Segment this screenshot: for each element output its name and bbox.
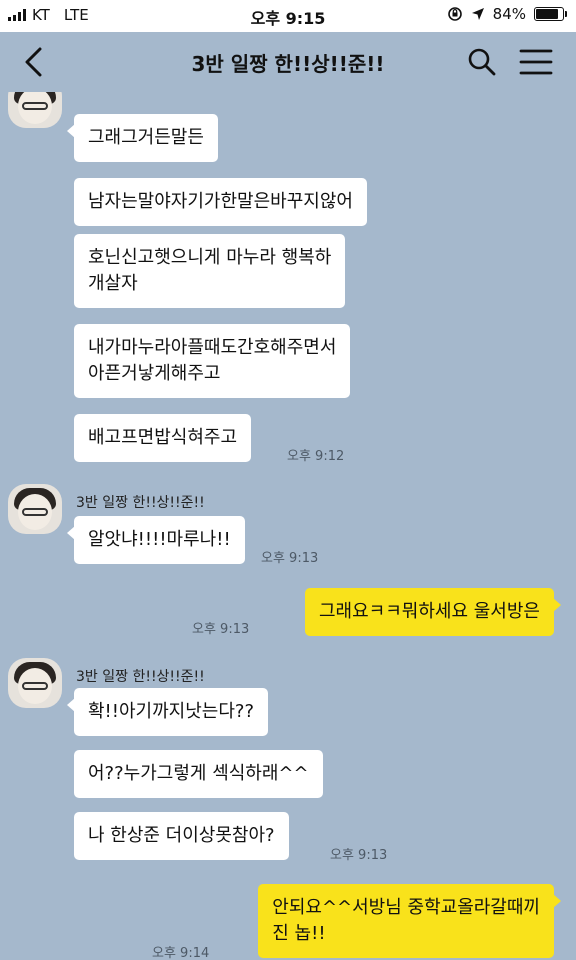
my-message-bubble[interactable]: 그래요ㅋㅋ뭐하세요 울서방은 [304,588,562,636]
chat-header: 3반 일짱 한!!상!!준!! [0,32,576,92]
avatar[interactable] [8,658,62,708]
message-text-line-2: 개살자 [88,273,138,294]
hamburger-menu-icon [519,49,553,75]
message-time: 오후 9:13 [261,551,319,566]
search-button[interactable] [466,46,498,78]
message-text: 어??누가그렇게 섹식하래^^ [88,763,309,784]
message-text: 호닌신고햇으니게 마누라 행복하 [88,247,332,268]
message-time: 오후 9:13 [330,848,388,863]
message-bubble[interactable]: 알앗냐!!!!마루나!! [67,516,245,564]
message-bubble[interactable]: 확!!아기까지낫는다?? [66,688,269,736]
avatar[interactable] [8,92,62,128]
message-text: 남자는말야자기가한말은바꾸지않어 [88,191,353,212]
message-text: 내가마누라아플때도간호해주면서 [88,337,337,358]
menu-button[interactable] [518,46,554,78]
message-text-line-2: 아픈거낳게해주고 [88,363,221,384]
battery-icon [534,7,567,21]
message-bubble[interactable]: 호닌신고햇으니게 마누라 행복하 개살자 [74,234,346,308]
status-bar: KT LTE 오후 9:15 84% [0,0,576,32]
message-bubble[interactable]: 나 한상준 더이상못참아? [74,812,289,860]
battery-fill [536,9,558,19]
message-text: 그래그거든말든 [88,127,204,148]
sender-name: 3반 일짱 한!!상!!준!! [76,495,205,511]
message-text: 안되요^^서방님 중학교올라갈때끼 [272,897,540,918]
avatar[interactable] [8,484,62,534]
message-bubble[interactable]: 어??누가그렇게 섹식하래^^ [74,750,323,798]
sender-name: 3반 일짱 한!!상!!준!! [76,669,205,685]
message-bubble[interactable]: 그래그거든말든 [67,114,218,162]
battery-percent: 84% [492,5,526,23]
message-bubble[interactable]: 남자는말야자기가한말은바꾸지않어 [74,178,367,226]
message-text: 알앗냐!!!!마루나!! [88,529,231,550]
message-text-line-2: 진 놉!! [272,923,326,944]
message-text: 배고프면밥식혀주고 [88,427,238,448]
orientation-lock-icon [447,7,462,21]
message-bubble[interactable]: 배고프면밥식혀주고 [74,414,252,462]
message-time: 오후 9:12 [287,449,345,464]
status-right: 84% [447,5,567,23]
message-text: 나 한상준 더이상못참아? [88,825,275,846]
location-arrow-icon [471,8,484,20]
search-icon [468,48,496,76]
message-time: 오후 9:13 [192,622,250,637]
message-text: 확!!아기까지낫는다?? [88,701,255,722]
my-message-bubble[interactable]: 안되요^^서방님 중학교올라갈때끼 진 놉!! [258,884,561,958]
message-time: 오후 9:14 [152,946,210,960]
message-bubble[interactable]: 내가마누라아플때도간호해주면서 아픈거낳게해주고 [74,324,351,398]
chat-area[interactable]: 그래그거든말든 남자는말야자기가한말은바꾸지않어 호닌신고햇으니게 마누라 행복… [0,92,576,960]
message-text: 그래요ㅋㅋ뭐하세요 울서방은 [318,601,540,622]
